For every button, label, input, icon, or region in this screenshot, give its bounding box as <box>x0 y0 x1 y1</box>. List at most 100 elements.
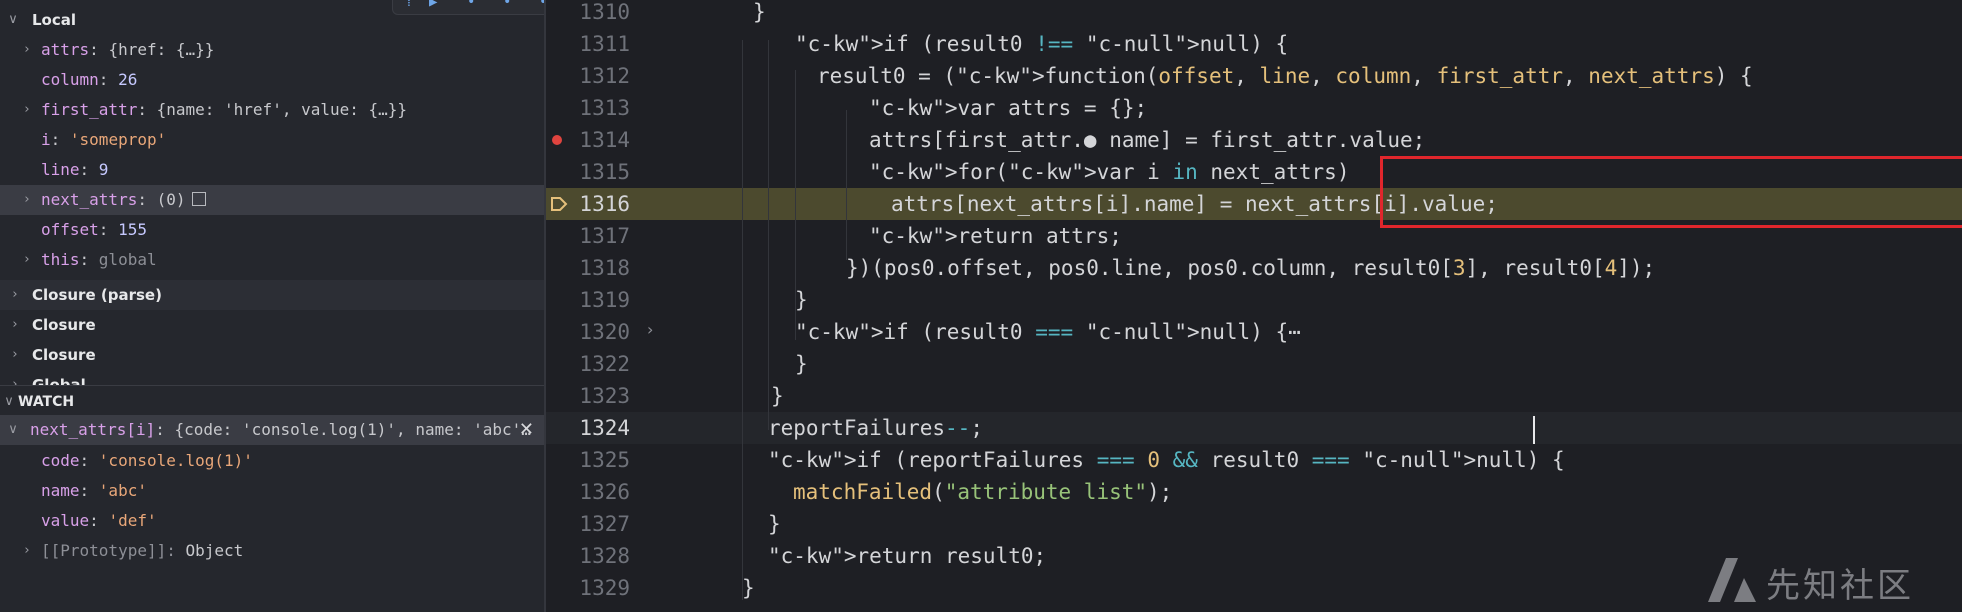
chevron-right-icon: › <box>24 192 30 207</box>
code-line[interactable]: 1323} <box>546 380 1962 412</box>
section-divider <box>0 385 546 386</box>
code-text[interactable]: "c-kw">if (result0 !== "c-null">null) { <box>795 28 1288 60</box>
chevron-right-icon: › <box>12 377 18 385</box>
code-line[interactable]: 1313 "c-kw">var attrs = {}; <box>546 92 1962 124</box>
watermark: 先知社区 <box>1704 554 1944 606</box>
separator: : <box>79 481 99 500</box>
code-line[interactable]: 1326 matchFailed("attribute list"); <box>546 476 1962 508</box>
variable-name: first_attr <box>41 100 138 119</box>
indent-guide <box>742 40 743 600</box>
watch-child-row[interactable]: › [[Prototype]]: Object <box>0 536 544 566</box>
code-text[interactable]: "c-kw">for("c-kw">var i in next_attrs) <box>869 156 1349 188</box>
code-line[interactable]: 1325 "c-kw">if (reportFailures === 0 && r… <box>546 444 1962 476</box>
property-value: 'def' <box>108 511 157 530</box>
chevron-right-icon: › <box>12 287 18 302</box>
code-text[interactable]: } <box>742 572 755 604</box>
variable-row[interactable]: column: 26 <box>0 65 544 95</box>
paused-breakpoint-icon[interactable] <box>550 196 568 216</box>
separator: : <box>89 40 109 59</box>
code-text[interactable]: "c-kw">return result0; <box>768 540 1046 572</box>
breakpoint-icon[interactable] <box>552 135 562 145</box>
indent-guide <box>795 70 796 340</box>
variable-value: global <box>98 250 157 269</box>
grip-icon[interactable]: ⁞ <box>407 0 411 11</box>
separator: : <box>79 160 99 179</box>
step-over-icon[interactable]: • <box>467 0 475 10</box>
code-text[interactable]: "c-kw">if (reportFailures === 0 && resul… <box>768 444 1565 476</box>
separator: : <box>137 190 157 209</box>
line-number: 1326 <box>579 480 630 504</box>
watch-child-row[interactable]: name: 'abc' <box>0 476 544 506</box>
separator: : <box>89 511 109 530</box>
code-text[interactable]: } <box>795 348 808 380</box>
continue-icon[interactable]: ▶ <box>429 0 437 10</box>
scope-closure[interactable]: › Closure <box>0 310 544 340</box>
scope-closure[interactable]: › Closure <box>0 340 544 370</box>
code-text[interactable]: matchFailed("attribute list"); <box>793 476 1172 508</box>
property-value: 'abc' <box>98 481 147 500</box>
variable-row[interactable]: line: 9 <box>0 155 544 185</box>
watch-child-row[interactable]: code: 'console.log(1)' <box>0 446 544 476</box>
code-text[interactable]: result0 = ("c-kw">function(offset, line,… <box>817 60 1753 92</box>
step-into-icon[interactable]: • <box>503 0 511 10</box>
debug-sidebar: ∨ Local › attrs: {href: {…}} column: 26 › fi… <box>0 0 546 612</box>
chevron-right-icon: › <box>24 102 30 117</box>
variable-row[interactable]: › first_attr: {name: 'href', value: {…}} <box>0 95 544 125</box>
code-editor[interactable]: 1310} 1311 "c-kw">if (result0 !== "c-null"… <box>546 0 1962 612</box>
line-number: 1312 <box>579 64 630 88</box>
chevron-down-icon: ∨ <box>8 422 18 437</box>
code-text[interactable]: attrs[first_attr.● name] = first_attr.va… <box>869 124 1425 156</box>
code-text[interactable]: } <box>795 284 808 316</box>
code-line[interactable]: 1312 result0 = ("c-kw">function(offset, l… <box>546 60 1962 92</box>
code-text[interactable]: "c-kw">var attrs = {}; <box>869 92 1147 124</box>
variable-name: offset <box>41 220 99 239</box>
code-text[interactable]: } <box>768 508 781 540</box>
property-value: Object <box>185 541 244 560</box>
chevron-right-icon: › <box>24 252 30 267</box>
variable-value: {name: 'href', value: {…}} <box>156 100 408 119</box>
variables-section: ∨ Local › attrs: {href: {…}} column: 26 › fi… <box>0 0 546 385</box>
scope-global[interactable]: › Global <box>0 370 544 385</box>
variable-name: attrs <box>41 40 90 59</box>
watch-header[interactable]: ∨ WATCH <box>0 387 544 417</box>
variable-value: 26 <box>118 70 138 89</box>
indent-guide <box>846 110 847 260</box>
code-line[interactable]: 1314 attrs[first_attr.● name] = first_att… <box>546 124 1962 156</box>
variable-row[interactable]: › next_attrs: (0) <box>0 185 544 215</box>
variable-name: column <box>41 70 99 89</box>
code-line[interactable]: 1320 › "c-kw">if (result0 === "c-null">nul… <box>546 316 1962 348</box>
chevron-right-icon: › <box>24 543 30 558</box>
separator: : <box>79 451 99 470</box>
scope-closure-parse[interactable]: › Closure (parse) <box>0 280 544 310</box>
line-number: 1319 <box>579 288 630 312</box>
array-icon <box>191 192 206 206</box>
line-number: 1322 <box>579 352 630 376</box>
chevron-right-icon: › <box>24 42 30 57</box>
code-text[interactable]: "c-kw">return attrs; <box>869 220 1122 252</box>
code-line[interactable]: 1311 "c-kw">if (result0 !== "c-null">null… <box>546 28 1962 60</box>
separator: : <box>137 100 157 119</box>
watermark-logo-icon <box>1708 558 1756 602</box>
close-icon[interactable]: ✕ <box>519 415 534 445</box>
code-text[interactable]: } <box>753 0 766 28</box>
code-line[interactable]: 1327} <box>546 508 1962 540</box>
variable-row[interactable]: offset: 155 <box>0 215 544 245</box>
code-line[interactable]: 1324 reportFailures--; <box>546 412 1962 444</box>
debug-toolbar: ⁞ ▶ • • • ○ □ <box>392 0 546 15</box>
code-line[interactable]: 1318})(pos0.offset, pos0.line, pos0.colu… <box>546 252 1962 284</box>
code-text[interactable]: reportFailures--; <box>768 412 983 444</box>
property-name: [[Prototype]] <box>41 541 167 560</box>
watch-child-row[interactable]: value: 'def' <box>0 506 544 536</box>
code-text[interactable]: })(pos0.offset, pos0.line, pos0.column, … <box>846 252 1655 284</box>
code-line[interactable]: 1322} <box>546 348 1962 380</box>
code-text[interactable]: "c-kw">if (result0 === "c-null">null) {⋯ <box>795 316 1301 348</box>
fold-chevron-icon[interactable]: › <box>647 320 653 339</box>
code-line[interactable]: 1310} <box>546 0 1962 28</box>
property-value: 'console.log(1)' <box>98 451 253 470</box>
variable-row[interactable]: › attrs: {href: {…}} <box>0 35 544 65</box>
variable-row[interactable]: › this: global <box>0 245 544 275</box>
watch-expression[interactable]: ∨ next_attrs[i]: {code: 'console.log(1)'… <box>0 415 544 445</box>
code-line[interactable]: 1319} <box>546 284 1962 316</box>
code-text[interactable]: } <box>771 380 784 412</box>
variable-row[interactable]: i: 'someprop' <box>0 125 544 155</box>
